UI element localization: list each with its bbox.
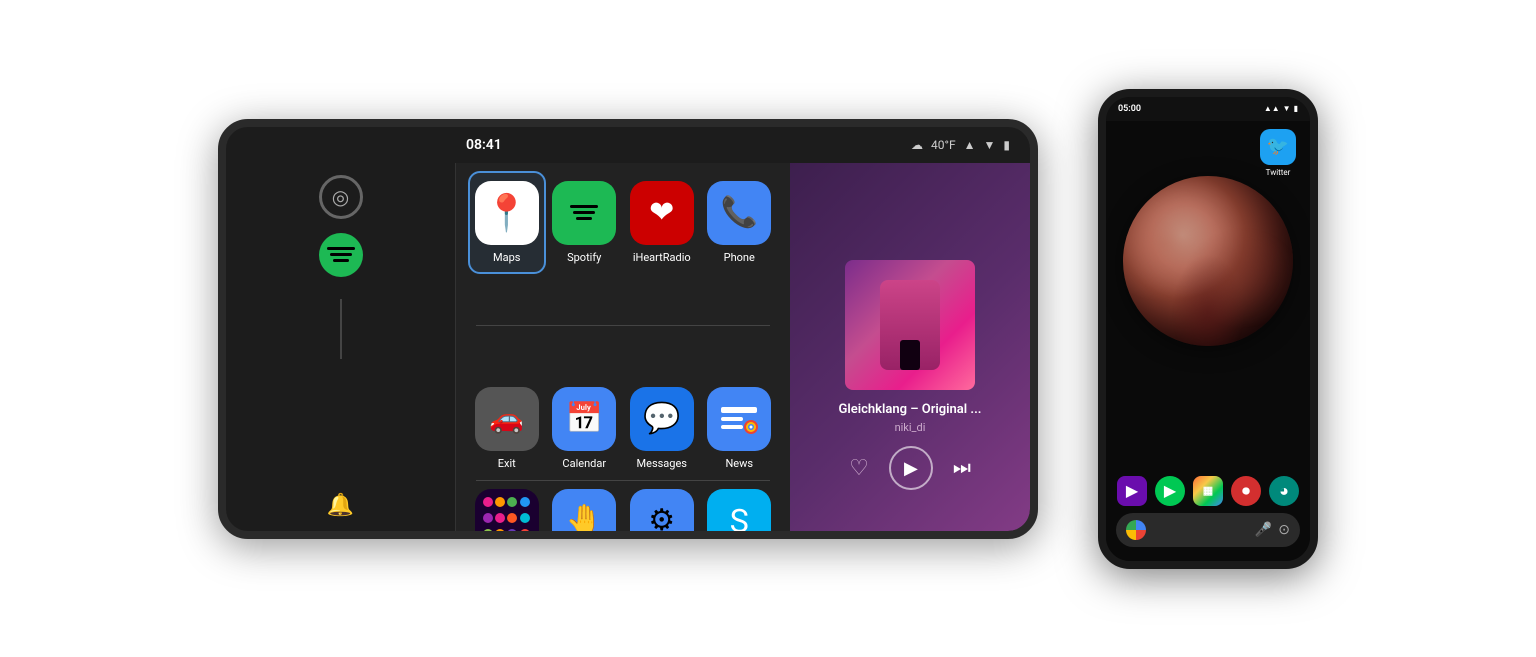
weather-icon: ☁ xyxy=(911,138,923,152)
calendar-label: Calendar xyxy=(562,457,606,470)
app-news[interactable]: News xyxy=(701,377,779,480)
news-icon xyxy=(707,387,771,451)
phone-icon: 📞 xyxy=(707,181,771,245)
exit-icon: 🚗 xyxy=(475,387,539,451)
phone-screen: 🐦 Twitter ▶ ▶ ▦ ⏺ ◕ 🎤 ⊙ xyxy=(1106,121,1310,561)
planet-area xyxy=(1123,176,1293,346)
app-grid: 📍 Maps Spotify ❤ xyxy=(468,171,778,531)
sidebar: ◎ 🔔 🎤 xyxy=(226,163,456,531)
phone-status-icons: ▲▲ ▼ ▮ xyxy=(1264,104,1298,113)
iheartradio-label: iHeartRadio xyxy=(633,251,691,264)
temperature: 40°F xyxy=(931,138,956,152)
green-app-icon[interactable]: ▶ xyxy=(1155,476,1185,506)
app-iheartradio[interactable]: ❤ iHeartRadio xyxy=(623,171,701,274)
bell-icon[interactable]: 🔔 xyxy=(327,493,354,518)
google-logo xyxy=(1126,520,1146,540)
spotify-bars xyxy=(570,205,598,220)
phone-signal-icon: ▲▲ xyxy=(1264,104,1280,113)
twitter-icon: 🐦 xyxy=(1260,129,1296,165)
app-phone[interactable]: 📞 Phone xyxy=(701,171,779,274)
app-calendar[interactable]: 📅 Calendar xyxy=(546,377,624,480)
heart-button[interactable]: ♡ xyxy=(849,455,869,481)
iheartradio-icon: ❤ xyxy=(630,181,694,245)
track-info: Gleichklang – Original ... niki_di xyxy=(839,402,982,434)
app-skype[interactable]: S Skype xyxy=(701,481,779,531)
colorful-app-icon[interactable]: ▦ xyxy=(1193,476,1223,506)
maps-label: Maps xyxy=(493,251,520,264)
sidebar-bottom: 🔔 🎤 xyxy=(324,493,356,531)
roku-icon[interactable]: ▶ xyxy=(1117,476,1147,506)
home-button[interactable]: ◎ xyxy=(319,175,363,219)
play-button[interactable]: ▶ xyxy=(889,446,933,490)
messages-label: Messages xyxy=(637,457,687,470)
grid-divider-1 xyxy=(476,325,770,326)
search-mic-icon[interactable]: 🎤 xyxy=(1255,522,1272,538)
search-lens-icon[interactable]: ⊙ xyxy=(1278,522,1290,538)
scene: 08:41 ☁ 40°F ▲ ▼ ▮ ◎ xyxy=(158,69,1378,589)
phone-status-bar: 05:00 ▲▲ ▼ ▮ xyxy=(1106,97,1310,121)
status-time: 08:41 xyxy=(466,137,502,153)
app-messages[interactable]: 💬 Messages xyxy=(623,377,701,480)
sidebar-spotify-button[interactable] xyxy=(319,233,363,277)
planet-texture xyxy=(1123,176,1293,346)
sidebar-top: ◎ xyxy=(319,175,363,367)
phone-battery-icon: ▮ xyxy=(1294,104,1298,113)
reminder-icon: 🤚 xyxy=(552,489,616,531)
album-art xyxy=(845,260,975,390)
app-settings[interactable]: ⚙ Settings xyxy=(623,481,701,531)
news-label: News xyxy=(725,457,753,470)
app-podcasts[interactable]: Podcasts xyxy=(468,481,546,531)
spotify-label: Spotify xyxy=(567,251,601,264)
teal-app-icon[interactable]: ◕ xyxy=(1269,476,1299,506)
album-figure xyxy=(880,280,940,370)
settings-icon: ⚙ xyxy=(630,489,694,531)
app-grid-area: 📍 Maps Spotify ❤ xyxy=(456,163,790,531)
spotify-icon xyxy=(327,247,355,262)
phone-dock: ▶ ▶ ▦ ⏺ ◕ xyxy=(1106,476,1310,506)
app-spotify[interactable]: Spotify xyxy=(546,171,624,274)
circle-icon: ◎ xyxy=(332,185,349,209)
status-bar: 08:41 ☁ 40°F ▲ ▼ ▮ xyxy=(226,127,1030,163)
skip-button[interactable]: ⏭ xyxy=(953,457,971,480)
status-right: ☁ 40°F ▲ ▼ ▮ xyxy=(911,138,1010,152)
red-app-icon[interactable]: ⏺ xyxy=(1231,476,1261,506)
exit-label: Exit xyxy=(498,457,516,470)
app-maps[interactable]: 📍 Maps xyxy=(468,171,546,274)
calendar-icon: 📅 xyxy=(552,387,616,451)
app-reminder[interactable]: 🤚 Reminder xyxy=(546,481,624,531)
sidebar-divider xyxy=(340,299,342,359)
battery-icon: ▮ xyxy=(1003,138,1010,152)
google-search-bar[interactable]: 🎤 ⊙ xyxy=(1116,513,1300,547)
maps-icon: 📍 xyxy=(475,181,539,245)
track-title: Gleichklang – Original ... xyxy=(839,402,982,417)
messages-icon: 💬 xyxy=(630,387,694,451)
podcasts-icon xyxy=(475,489,539,531)
planet xyxy=(1123,176,1293,346)
spotify-icon xyxy=(552,181,616,245)
phone: 05:00 ▲▲ ▼ ▮ 🐦 Twitter ▶ ▶ xyxy=(1098,89,1318,569)
phone-label: Phone xyxy=(724,251,755,264)
now-playing-panel: Gleichklang – Original ... niki_di ♡ ▶ ⏭ xyxy=(790,163,1030,531)
phone-wifi-icon: ▼ xyxy=(1283,104,1291,113)
main-content: ◎ 🔔 🎤 xyxy=(226,163,1030,531)
signal-icon: ▲ xyxy=(964,138,976,152)
skype-icon: S xyxy=(707,489,771,531)
app-exit[interactable]: 🚗 Exit xyxy=(468,377,546,480)
twitter-app-icon[interactable]: 🐦 Twitter xyxy=(1260,129,1296,177)
track-artist: niki_di xyxy=(839,421,982,434)
car-display: 08:41 ☁ 40°F ▲ ▼ ▮ ◎ xyxy=(218,119,1038,539)
phone-time: 05:00 xyxy=(1118,104,1141,114)
wifi-icon: ▼ xyxy=(984,138,996,152)
playback-controls: ♡ ▶ ⏭ xyxy=(849,446,971,490)
